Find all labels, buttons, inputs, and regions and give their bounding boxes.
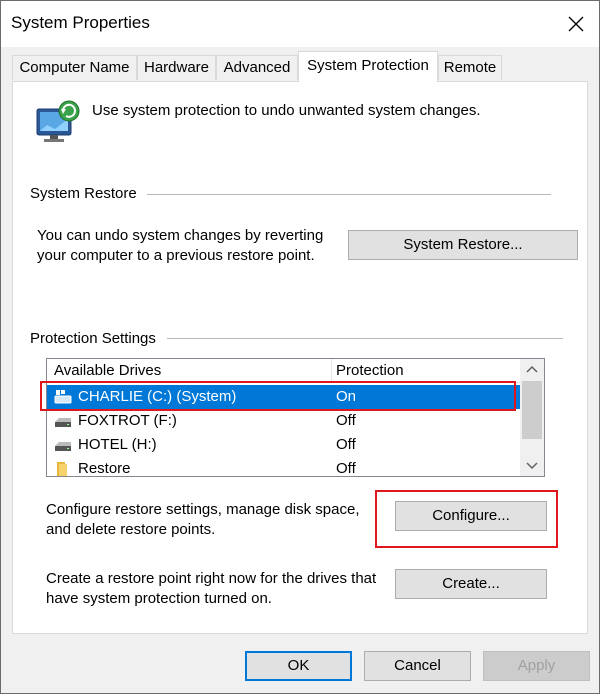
drive-row-restore[interactable]: Restore Off [47,457,520,477]
window-title: System Properties [11,13,150,32]
drive-protection: Off [336,436,356,453]
system-drive-icon [54,390,72,404]
drives-list-header: Available Drives Protection [47,359,520,383]
drive-protection: On [336,388,357,405]
tab-hardware[interactable]: Hardware [137,55,216,80]
tab-computer-name[interactable]: Computer Name [12,55,137,80]
tab-remote[interactable]: Remote [438,55,502,80]
title-bar: System Properties [1,1,599,47]
drives-list[interactable]: Available Drives Protection CHARLIE (C:)… [46,358,545,477]
apply-button[interactable]: Apply [483,651,590,681]
scroll-down-icon[interactable] [526,459,538,471]
drive-row-hotel[interactable]: HOTEL (H:) Off [47,433,520,457]
cancel-button[interactable]: Cancel [364,651,471,681]
tab-system-protection[interactable]: System Protection [298,51,438,82]
tab-advanced[interactable]: Advanced [216,55,298,80]
configure-button[interactable]: Configure... [395,501,547,531]
folder-icon [57,462,67,476]
close-button[interactable] [553,1,599,47]
drive-name: CHARLIE (C:) (System) [78,388,237,405]
column-available-drives[interactable]: Available Drives [54,362,161,379]
drive-icon [55,418,71,427]
drive-name: FOXTROT (F:) [78,412,177,429]
system-properties-window: System Properties Computer Name Hardware… [0,0,600,694]
drive-icon [55,442,71,451]
protection-settings-group-label: Protection Settings [30,330,160,347]
intro-text: Use system protection to undo unwanted s… [92,102,481,119]
drive-row-charlie[interactable]: CHARLIE (C:) (System) On [47,385,520,409]
close-icon [568,16,584,32]
system-restore-description: You can undo system changes by reverting… [37,227,324,264]
column-protection[interactable]: Protection [336,362,404,379]
system-protection-icon [36,100,80,142]
system-restore-divider [147,194,551,195]
drive-protection: Off [336,412,356,429]
drives-list-scrollbar[interactable] [520,359,544,476]
create-button[interactable]: Create... [395,569,547,599]
ok-button[interactable]: OK [245,651,352,681]
system-restore-button[interactable]: System Restore... [348,230,578,260]
configure-description: Configure restore settings, manage disk … [46,501,360,538]
scrollbar-thumb[interactable] [522,381,542,439]
create-description: Create a restore point right now for the… [46,570,377,607]
tab-strip: Computer Name Hardware Advanced System P… [1,47,599,82]
drive-row-foxtrot[interactable]: FOXTROT (F:) Off [47,409,520,433]
scroll-up-icon[interactable] [526,364,538,376]
drive-name: HOTEL (H:) [78,436,157,453]
system-restore-group-label: System Restore [30,185,141,202]
system-protection-panel: Use system protection to undo unwanted s… [12,81,588,634]
protection-settings-divider [167,338,563,339]
drive-name: Restore [78,460,131,477]
drive-protection: Off [336,460,356,477]
